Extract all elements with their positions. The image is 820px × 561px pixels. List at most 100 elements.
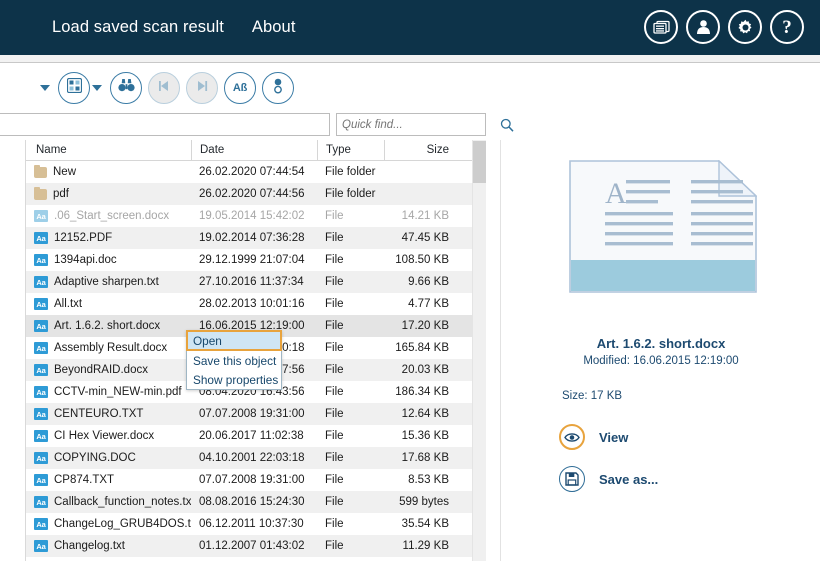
cell-size: 17.20 KB — [401, 320, 449, 332]
table-row[interactable]: Aa CENTEURO.TXT 07.07.2008 19:31:00 File 12.… — [26, 403, 486, 425]
cell-type: File folder — [325, 188, 376, 200]
context-menu-show-properties[interactable]: Show properties — [187, 370, 281, 389]
file-name-label: pdf — [53, 188, 69, 200]
previous-button[interactable] — [148, 72, 180, 104]
windows-list-icon[interactable] — [644, 10, 678, 44]
table-row[interactable]: Aa CP874.TXT 07.07.2008 19:31:00 File 8.53 K… — [26, 469, 486, 491]
file-name-label: Assembly Result.docx — [54, 342, 168, 354]
cell-name: Aa .06_Start_screen.docx — [26, 205, 191, 227]
next-button[interactable] — [186, 72, 218, 104]
person-pin-icon — [272, 78, 284, 99]
top-navigation-bar: Load saved scan result About ? — [0, 0, 820, 55]
file-icon: Aa — [34, 408, 48, 420]
cell-size: 599 bytes — [399, 496, 449, 508]
file-name-label: CP874.TXT — [54, 474, 115, 486]
vertical-scrollbar[interactable] — [472, 140, 486, 561]
cell-name: Aa All.txt — [26, 293, 191, 315]
cell-date: 29.12.1999 21:07:04 — [199, 254, 305, 266]
filter-row — [0, 113, 514, 137]
cell-name: Aa CCTV-min_NEW-min.pdf — [26, 381, 191, 403]
cell-size: 20.03 KB — [401, 364, 449, 376]
user-account-icon[interactable] — [686, 10, 720, 44]
cell-type: File — [325, 276, 344, 288]
context-menu: Open Save this object Show properties — [186, 330, 282, 390]
cell-name: pdf — [26, 183, 191, 205]
cell-size: 8.53 KB — [408, 474, 449, 486]
cell-size — [384, 161, 459, 183]
file-icon: Aa — [34, 496, 48, 508]
cell-size — [384, 183, 459, 205]
cell-name: Aa 12152.PDF — [26, 227, 191, 249]
path-input[interactable] — [0, 113, 330, 136]
context-menu-open[interactable]: Open — [186, 330, 282, 351]
cell-date: 07.07.2008 19:31:00 — [199, 408, 305, 420]
table-row[interactable]: Aa 1394api.doc 29.12.1999 21:07:04 File 108.… — [26, 249, 486, 271]
view-mode-button[interactable] — [58, 72, 90, 104]
encoding-button[interactable]: Aß — [224, 72, 256, 104]
toolbar-dropdown-caret-1[interactable] — [38, 73, 52, 103]
view-action[interactable]: View — [559, 424, 628, 450]
scrollbar-thumb[interactable] — [473, 141, 486, 183]
main-toolbar: Aß — [0, 64, 820, 112]
cell-type: File — [325, 430, 344, 442]
cell-type: File — [325, 320, 344, 332]
table-row[interactable]: Aa Changelog.txt 01.12.2007 01:43:02 File 11… — [26, 535, 486, 557]
column-header-type[interactable]: Type — [317, 140, 384, 161]
cell-size: 9.66 KB — [408, 276, 449, 288]
cell-date: 07.07.2008 19:31:00 — [199, 474, 305, 486]
table-row[interactable]: Aa 12152.PDF 19.02.2014 07:36:28 File 47.45 … — [26, 227, 486, 249]
file-name-label: ChangeLog_GRUB4DOS.txt — [54, 518, 191, 530]
table-row[interactable]: Aa ChangeLog_GRUB4DOS.txt 06.12.2011 10:37… — [26, 513, 486, 535]
column-header-size[interactable]: Size — [384, 140, 459, 161]
about-link[interactable]: About — [252, 18, 296, 37]
cell-name: Aa Callback_function_notes.txt — [26, 491, 191, 513]
cell-size: 11.29 KB — [402, 540, 449, 552]
document-preview-icon: A — [569, 159, 758, 293]
save-as-action[interactable]: Save as... — [559, 466, 658, 492]
context-menu-save-this-object[interactable]: Save this object — [187, 351, 281, 370]
find-button[interactable] — [110, 72, 142, 104]
search-input[interactable] — [337, 114, 500, 135]
table-row[interactable]: Aa All.txt 28.02.2013 10:01:16 File 4.77 KB — [26, 293, 486, 315]
grid-view-icon — [66, 77, 82, 98]
search-icon[interactable] — [500, 118, 514, 132]
table-row[interactable]: pdf 26.02.2020 07:44:56 File folder — [26, 183, 486, 205]
cell-size: 14.21 KB — [401, 210, 449, 222]
toolbar-dropdown-caret-2[interactable] — [90, 73, 104, 103]
cell-size: 47.45 KB — [401, 232, 449, 244]
load-saved-scan-result-link[interactable]: Load saved scan result — [52, 18, 224, 37]
column-header-name[interactable]: Name — [26, 140, 191, 161]
user-filter-button[interactable] — [262, 72, 294, 104]
gear-icon[interactable] — [728, 10, 762, 44]
table-row[interactable]: Aa CI Hex Viewer.docx 20.06.2017 11:02:38 F… — [26, 425, 486, 447]
file-name-label: 1394api.doc — [54, 254, 117, 266]
cell-name: Aa BeyondRAID.docx — [26, 359, 191, 381]
file-name-label: COPYING.DOC — [54, 452, 136, 464]
cell-type: File — [325, 540, 344, 552]
cell-name: Aa COPYING.DOC — [26, 447, 191, 469]
file-icon: Aa — [34, 210, 48, 222]
cell-type: File — [325, 298, 344, 310]
file-name-label: Adaptive sharpen.txt — [54, 276, 159, 288]
file-icon: Aa — [34, 232, 48, 244]
chevron-down-icon — [40, 85, 50, 91]
column-header-date[interactable]: Date — [191, 140, 317, 161]
help-question-icon[interactable]: ? — [770, 10, 804, 44]
cell-date: 06.12.2011 10:37:30 — [199, 518, 304, 530]
ab-encoding-icon: Aß — [232, 82, 248, 94]
cell-name: Aa CI Hex Viewer.docx — [26, 425, 191, 447]
cell-name: Aa 1394api.doc — [26, 249, 191, 271]
application-window: Load saved scan result About ? Aß Quick … — [0, 0, 820, 561]
save-as-action-label: Save as... — [599, 471, 659, 487]
folder-icon — [34, 186, 47, 200]
table-row[interactable]: Aa Callback_function_notes.txt 08.08.2016 … — [26, 491, 486, 513]
table-row[interactable]: Aa Adaptive sharpen.txt 27.10.2016 11:37:3… — [26, 271, 486, 293]
cell-size: 12.64 KB — [401, 408, 449, 420]
table-row[interactable]: New 26.02.2020 07:44:54 File folder — [26, 161, 486, 183]
folder-icon — [34, 164, 47, 178]
table-row[interactable]: Aa .06_Start_screen.docx 19.05.2014 15:42:… — [26, 205, 486, 227]
cell-date: 20.06.2017 11:02:38 — [199, 430, 304, 442]
file-icon: Aa — [34, 540, 48, 552]
cell-name: Aa CENTEURO.TXT — [26, 403, 191, 425]
table-row[interactable]: Aa COPYING.DOC 04.10.2001 22:03:18 File 17.6… — [26, 447, 486, 469]
